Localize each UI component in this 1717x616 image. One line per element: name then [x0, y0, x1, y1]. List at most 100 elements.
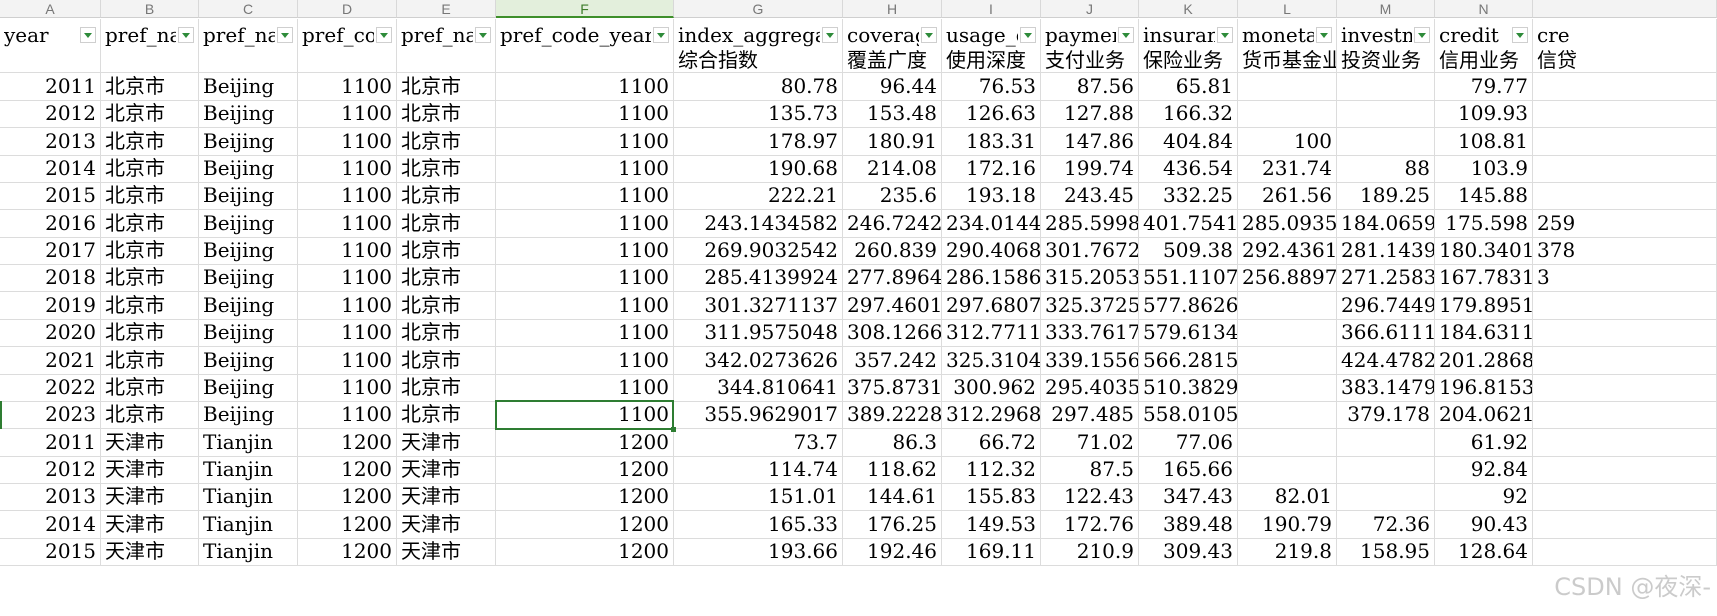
table-cell[interactable]: 260.839	[843, 237, 942, 266]
table-cell[interactable]: 122.43	[1041, 483, 1139, 512]
table-cell[interactable]: 190.68	[674, 155, 843, 184]
table-cell[interactable]: 210.9	[1041, 537, 1139, 566]
table-cell[interactable]: 315.2053	[1041, 264, 1139, 293]
table-cell[interactable]: 158.95	[1337, 537, 1435, 566]
table-cell[interactable]	[1533, 73, 1717, 101]
table-cell[interactable]: 北京市	[101, 319, 199, 348]
table-cell[interactable]: 347.43	[1139, 483, 1238, 512]
table-cell[interactable]: 1100	[298, 237, 397, 266]
table-cell[interactable]: 271.2583	[1337, 264, 1435, 293]
table-cell[interactable]: 天津市	[101, 537, 199, 566]
table-cell[interactable]	[1238, 346, 1337, 375]
table-cell[interactable]: 80.78	[674, 73, 843, 101]
table-cell[interactable]: 北京市	[101, 209, 199, 238]
table-cell[interactable]: 389.2228	[843, 401, 942, 430]
table-cell[interactable]: 243.45	[1041, 182, 1139, 211]
table-cell[interactable]: 566.2815	[1139, 346, 1238, 375]
table-cell[interactable]: 256.8897	[1238, 264, 1337, 293]
column-header-b[interactable]: B	[101, 0, 199, 18]
table-cell[interactable]: 北京市	[101, 346, 199, 375]
filter-dropdown-icon[interactable]	[1316, 27, 1332, 43]
table-cell[interactable]: 577.8626	[1139, 291, 1238, 320]
table-cell[interactable]: 北京市	[101, 264, 199, 293]
table-cell[interactable]: 301.3271137	[674, 291, 843, 320]
filter-dropdown-icon[interactable]	[178, 27, 194, 43]
header-cell[interactable]: usage_d使用深度	[942, 19, 1041, 73]
table-cell[interactable]	[1533, 373, 1717, 402]
table-cell[interactable]: 北京市	[397, 73, 496, 101]
table-cell[interactable]: Tianjin	[199, 483, 298, 512]
table-cell[interactable]	[1533, 510, 1717, 539]
table-cell[interactable]: 145.88	[1435, 182, 1533, 211]
table-cell[interactable]: 201.2868	[1435, 346, 1533, 375]
table-cell[interactable]: Tianjin	[199, 428, 298, 457]
table-cell[interactable]: 天津市	[397, 510, 496, 539]
table-cell[interactable]: 65.81	[1139, 73, 1238, 101]
table-cell[interactable]: 558.0105	[1139, 401, 1238, 430]
table-cell[interactable]: 北京市	[101, 291, 199, 320]
table-cell[interactable]: 204.0621	[1435, 401, 1533, 430]
table-cell[interactable]: 231.74	[1238, 155, 1337, 184]
table-cell[interactable]: 1200	[298, 428, 397, 457]
table-cell[interactable]	[1533, 155, 1717, 184]
table-cell[interactable]: 246.7242	[843, 209, 942, 238]
table-cell[interactable]: 378	[1533, 237, 1717, 266]
table-cell[interactable]: 1100	[298, 182, 397, 211]
table-cell[interactable]: 344.810641	[674, 373, 843, 402]
table-cell[interactable]: Beijing	[199, 373, 298, 402]
table-cell[interactable]: 219.8	[1238, 537, 1337, 566]
filter-dropdown-icon[interactable]	[1217, 27, 1233, 43]
column-header-a[interactable]: A	[0, 0, 101, 18]
table-cell[interactable]: 1100	[496, 237, 674, 266]
table-cell[interactable]: 1100	[496, 182, 674, 211]
table-cell[interactable]: 196.8153	[1435, 373, 1533, 402]
table-cell[interactable]: 1200	[496, 537, 674, 566]
table-cell[interactable]: 178.97	[674, 127, 843, 156]
table-cell[interactable]: 92	[1435, 483, 1533, 512]
table-cell[interactable]: 510.3829	[1139, 373, 1238, 402]
table-cell[interactable]: 1200	[496, 455, 674, 484]
table-cell[interactable]: 1100	[496, 346, 674, 375]
table-cell[interactable]: 375.8731	[843, 373, 942, 402]
table-cell[interactable]: 2011	[0, 428, 101, 457]
table-cell[interactable]: Beijing	[199, 209, 298, 238]
table-cell[interactable]: 北京市	[397, 346, 496, 375]
table-cell[interactable]: 128.64	[1435, 537, 1533, 566]
table-cell[interactable]: 88	[1337, 155, 1435, 184]
table-cell[interactable]: 379.178	[1337, 401, 1435, 430]
filter-dropdown-icon[interactable]	[822, 27, 838, 43]
column-header-f[interactable]: F	[496, 0, 674, 18]
table-cell[interactable]: 77.06	[1139, 428, 1238, 457]
table-cell[interactable]: 3	[1533, 264, 1717, 293]
header-cell[interactable]: pref_co	[298, 19, 397, 73]
column-header-i[interactable]: I	[942, 0, 1041, 18]
table-cell[interactable]: 301.7672	[1041, 237, 1139, 266]
table-cell[interactable]: 61.92	[1435, 428, 1533, 457]
table-cell[interactable]: Beijing	[199, 127, 298, 156]
table-cell[interactable]: 312.2968	[942, 401, 1041, 430]
table-cell[interactable]: 1100	[496, 209, 674, 238]
table-cell[interactable]: 1100	[496, 291, 674, 320]
filter-dropdown-icon[interactable]	[376, 27, 392, 43]
table-cell[interactable]: 72.36	[1337, 510, 1435, 539]
table-cell[interactable]: 199.74	[1041, 155, 1139, 184]
table-cell[interactable]: Tianjin	[199, 537, 298, 566]
table-cell[interactable]	[1533, 182, 1717, 211]
table-cell[interactable]	[1238, 401, 1337, 430]
column-header-l[interactable]: L	[1238, 0, 1337, 18]
table-cell[interactable]: 76.53	[942, 73, 1041, 101]
table-cell[interactable]: 1200	[496, 483, 674, 512]
header-cell[interactable]: monetar货币基金业	[1238, 19, 1337, 73]
table-cell[interactable]	[1238, 455, 1337, 484]
table-cell[interactable]: 297.6807	[942, 291, 1041, 320]
table-cell[interactable]: 103.9	[1435, 155, 1533, 184]
table-cell[interactable]: 172.76	[1041, 510, 1139, 539]
table-cell[interactable]: 366.6111	[1337, 319, 1435, 348]
table-cell[interactable]: 86.3	[843, 428, 942, 457]
table-cell[interactable]: 1100	[298, 319, 397, 348]
header-cell[interactable]: pref_na	[101, 19, 199, 73]
table-cell[interactable]: 1100	[496, 319, 674, 348]
table-cell[interactable]: 332.25	[1139, 182, 1238, 211]
table-cell[interactable]: 北京市	[101, 155, 199, 184]
table-cell[interactable]: 193.66	[674, 537, 843, 566]
